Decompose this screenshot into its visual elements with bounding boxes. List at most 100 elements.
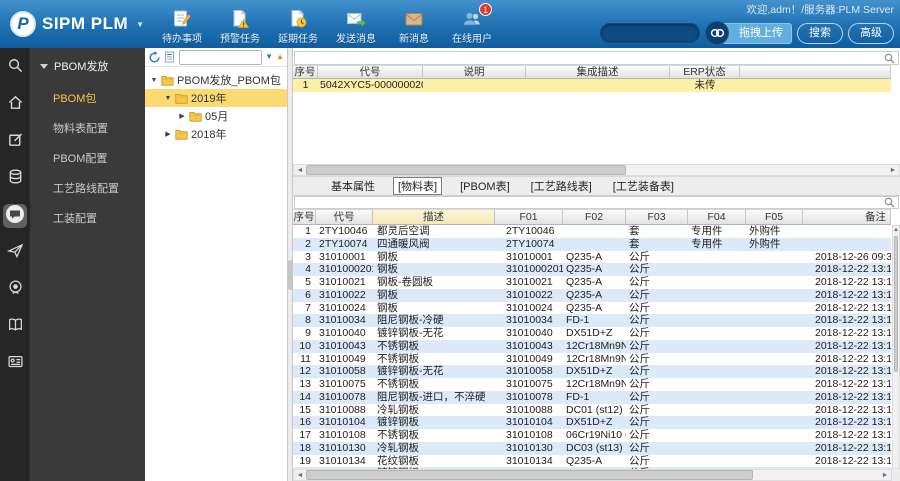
tree-node-root[interactable]: ▼ PBOM发放_PBOM包	[145, 71, 287, 89]
rail-item-library[interactable]	[3, 315, 27, 339]
upper-column-header[interactable]: ERP状态	[670, 65, 740, 79]
upper-table-row[interactable]: 1 5042XYC5-00000002019053101 未传	[293, 79, 891, 92]
lower-column-header[interactable]: 描述	[373, 209, 495, 225]
tab-pbom-table[interactable]: [PBOM表]	[457, 177, 513, 195]
caret-collapsed-icon[interactable]: ▶	[178, 112, 186, 120]
toolbar-item-send-message[interactable]: 发送消息	[330, 8, 382, 45]
tree-node-2018[interactable]: ▶ 2018年	[145, 125, 287, 143]
search-icon[interactable]	[884, 197, 895, 208]
rail-item-contacts[interactable]	[3, 352, 27, 376]
search-button[interactable]: 搜索	[797, 22, 843, 44]
table-cell: 2018-12-22 13:12:33.0	[815, 327, 891, 339]
lower-column-header[interactable]: 代号	[316, 209, 373, 225]
lower-table-row[interactable]: 19 31010134 花纹钢板 31010134 Q235-A 公斤 2018-12-22…	[293, 455, 891, 468]
sidebar-item-tooling-config[interactable]: 工装配置	[30, 203, 145, 233]
table-cell: 花纹钢板	[377, 454, 419, 467]
lower-table-row[interactable]: 17 31010108 不锈钢板 31010108 06Cr19Ni10 (3...公斤…	[293, 429, 891, 442]
table-cell	[688, 442, 746, 455]
caret-expanded-icon[interactable]: ▼	[150, 77, 158, 84]
lower-column-header[interactable]: F01	[495, 209, 563, 225]
toolbar-item-todo[interactable]: 待办事项	[156, 8, 208, 45]
upper-column-header[interactable]: 集成描述	[526, 65, 670, 79]
lower-quick-search-bar[interactable]	[294, 196, 899, 209]
lower-table-row[interactable]: 8 31010034 阻尼钢板-冷硬 31010034 FD-1 公斤 2018-12-22…	[293, 314, 891, 327]
scrollbar-thumb[interactable]	[306, 470, 753, 480]
filter-list-icon[interactable]	[164, 51, 176, 63]
lower-column-header[interactable]: F05	[746, 209, 803, 225]
lower-table-row[interactable]: 18 31010130 冷轧钢板 31010130 DC03 (st13) 公斤 2018-…	[293, 441, 891, 455]
toolbar-item-alert-tasks[interactable]: 预警任务	[214, 8, 266, 45]
global-search-input[interactable]	[600, 23, 700, 43]
integration-link-icon[interactable]	[705, 21, 729, 45]
tree-search-input[interactable]	[179, 49, 263, 65]
lower-horizontal-scrollbar[interactable]: ◄ ►	[293, 469, 892, 481]
rail-item-send[interactable]	[3, 241, 27, 265]
upper-column-header[interactable]: 代号	[318, 65, 423, 79]
rail-item-data[interactable]	[3, 167, 27, 191]
lower-column-header[interactable]: 备注	[803, 209, 891, 225]
lower-table-row[interactable]: 15 31010088 冷轧钢板 31010088 DC01 (st12) 公斤 2018-…	[293, 404, 891, 417]
scroll-left-icon[interactable]: ◄	[294, 167, 306, 174]
lower-column-header[interactable]: F02	[563, 209, 626, 225]
lower-table-row[interactable]: 11 31010049 不锈钢板 31010049 12Cr18Mn9Ni5...公斤 2…	[293, 353, 891, 366]
rail-item-broadcast[interactable]	[3, 278, 27, 302]
lower-table-row[interactable]: 1 2TY10046 都灵后空调 2TY10046 套 专用件 外购件	[293, 225, 891, 238]
sidebar-item-pbom-package[interactable]: PBOM包	[30, 83, 145, 113]
tab-basic-attributes[interactable]: 基本属性	[328, 177, 378, 195]
lower-column-header[interactable]: F03	[626, 209, 688, 225]
table-cell: 2018-12-22 13:12:33.0	[815, 314, 891, 327]
scroll-right-icon[interactable]: ►	[879, 472, 891, 479]
upper-horizontal-scrollbar[interactable]: ◄ ►	[293, 164, 900, 176]
sidebar-item-process-route-config[interactable]: 工艺路线配置	[30, 173, 145, 203]
lower-table-row[interactable]: 5 31010021 钢板-卷圆板 31010021 Q235-A 公斤 2018-12-2…	[293, 276, 891, 289]
lower-table-row[interactable]: 6 31010022 钢板 31010022 Q235-A 公斤 2018-12-22 13…	[293, 288, 891, 302]
tab-tooling-table[interactable]: [工艺装备表]	[610, 177, 677, 195]
toolbar-item-delayed-tasks[interactable]: 延期任务	[272, 8, 324, 45]
scrollbar-thumb[interactable]	[306, 165, 626, 175]
rail-item-home[interactable]	[3, 93, 27, 117]
scroll-right-icon[interactable]: ►	[887, 167, 899, 174]
caret-expanded-icon[interactable]: ▼	[164, 95, 172, 102]
lower-table-row[interactable]: 13 31010075 不锈钢板 31010075 12Cr18Mn9Ni5...公斤 2…	[293, 378, 891, 391]
refresh-icon[interactable]	[148, 50, 161, 64]
lower-column-header[interactable]: 序号	[293, 209, 316, 225]
edit-icon	[7, 131, 24, 153]
lower-table-row[interactable]: 4 3101000201 钢板 3101000201 Q235-A 公斤 2018-12-2…	[293, 263, 891, 276]
lower-column-header[interactable]: F04	[688, 209, 746, 225]
lower-table-row[interactable]: 7 31010024 钢板 31010024 Q235-A 公斤 2018-12-22 13…	[293, 302, 891, 315]
upper-quick-search-bar[interactable]	[294, 51, 899, 65]
upper-column-header[interactable]: 说明	[423, 65, 526, 79]
app-logo[interactable]: P SIPM PLM ▼	[0, 11, 152, 37]
lower-table-row[interactable]: 2 2TY10074 四通暖风阀 2TY10074 套 专用件 外购件	[293, 237, 891, 251]
lower-table-row[interactable]: 9 31010040 镀锌钢板-无花 31010040 DX51D+Z 公斤 2018-12…	[293, 327, 891, 340]
toolbar-item-new-message[interactable]: 新消息	[388, 8, 440, 45]
tab-material-table[interactable]: [物料表]	[393, 177, 443, 195]
expand-all-icon[interactable]: ▼	[265, 50, 273, 64]
scrollbar-thumb[interactable]	[894, 236, 898, 372]
lower-vertical-scrollbar[interactable]: ▲	[892, 225, 900, 469]
upper-column-header[interactable]: 序号	[293, 65, 318, 79]
rail-item-messages[interactable]	[3, 204, 27, 228]
toolbar-item-online-users[interactable]: 1 在线用户	[446, 2, 498, 45]
scroll-up-icon[interactable]: ▲	[893, 226, 899, 235]
lower-table-row[interactable]: 3 31010001 钢板 31010001 Q235-A 公斤 2018-12-26 09…	[293, 251, 891, 264]
lower-table-row[interactable]: 12 31010058 镀锌钢板-无花 31010058 DX51D+Z 公斤 2018-1…	[293, 365, 891, 378]
sidebar-item-material-table-config[interactable]: 物料表配置	[30, 113, 145, 143]
upper-column-header[interactable]	[740, 65, 891, 79]
sidebar-group-pbom-release[interactable]: PBOM发放	[30, 48, 145, 83]
lower-table-row[interactable]: 14 31010078 阻尼钢板-进口，不淬硬 31010078 FD-1 公斤 2018-…	[293, 390, 891, 404]
lower-table-row[interactable]: 10 31010043 不锈钢板 31010043 12Cr18Mn9Ni5...公斤 2…	[293, 339, 891, 353]
tree-node-2019[interactable]: ▼ 2019年	[145, 89, 287, 107]
sidebar-item-pbom-config[interactable]: PBOM配置	[30, 143, 145, 173]
tree-node-05[interactable]: ▶ 05月	[145, 107, 287, 125]
lower-table-row[interactable]: 16 31010104 镀锌钢板 31010104 DX51D+Z 公斤 2018-12-2…	[293, 416, 891, 429]
rail-item-compose[interactable]	[3, 130, 27, 154]
advanced-button[interactable]: 高级	[848, 22, 894, 44]
rail-item-quick-search[interactable]	[3, 56, 27, 80]
search-icon[interactable]	[884, 53, 895, 64]
collapse-all-icon[interactable]: ▲	[276, 50, 284, 64]
scroll-left-icon[interactable]: ◄	[294, 472, 306, 479]
tab-process-route-table[interactable]: [工艺路线表]	[528, 177, 595, 195]
drag-upload-button[interactable]: 拖拽上传	[722, 22, 792, 44]
caret-collapsed-icon[interactable]: ▶	[164, 130, 172, 138]
